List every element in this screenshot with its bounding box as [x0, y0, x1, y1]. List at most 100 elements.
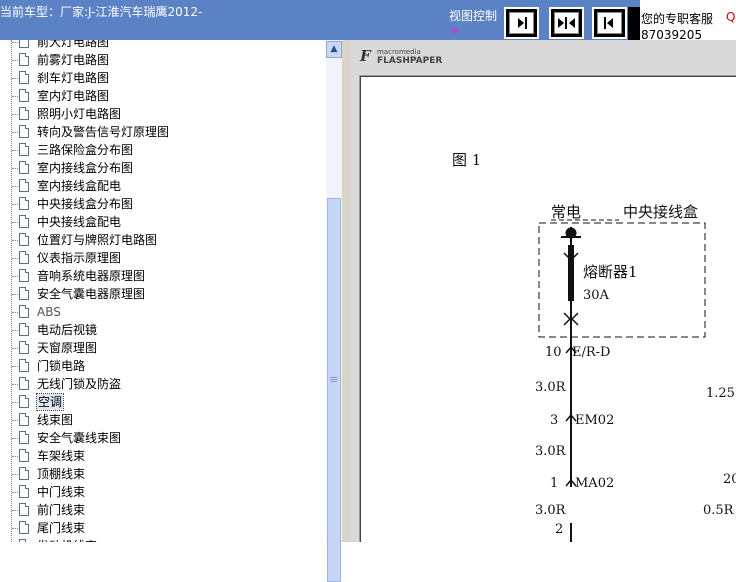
- tree-item-label[interactable]: 前雾灯电路图: [37, 52, 109, 68]
- tree-scrollbar[interactable]: ▲ ≡: [326, 40, 342, 582]
- tree-item[interactable]: 三路保险盒分布图: [0, 141, 326, 159]
- tree-item[interactable]: 天窗原理图: [0, 339, 326, 357]
- toolbar-divider: [628, 7, 640, 40]
- gauge-right-3-label: 0.5R: [703, 503, 735, 518]
- tree-item-label[interactable]: 中门线束: [37, 484, 85, 500]
- document-icon: [19, 449, 29, 462]
- tree-item-label[interactable]: 室内接线盒配电: [37, 178, 121, 194]
- arrow-left-to-bar-icon: [518, 17, 527, 29]
- document-icon: [19, 503, 29, 516]
- tree-item-label[interactable]: 转向及警告信号灯原理图: [37, 124, 169, 140]
- tree-item[interactable]: 转向及警告信号灯原理图: [0, 123, 326, 141]
- document-icon: [19, 521, 29, 534]
- tree-item[interactable]: 位置灯与牌照灯电路图: [0, 231, 326, 249]
- tree-item-label[interactable]: 线束图: [37, 412, 73, 428]
- tree-item[interactable]: 车架线束: [0, 447, 326, 465]
- tree-item-label[interactable]: 中央接线盒分布图: [37, 196, 133, 212]
- tree-branch-line: [12, 258, 18, 259]
- tree-item-label[interactable]: 尾门线束: [37, 520, 85, 536]
- tree-branch-line: [12, 186, 18, 187]
- tree-item[interactable]: 空调: [0, 393, 326, 411]
- tree-item[interactable]: ABS: [0, 303, 326, 321]
- tree-item-label[interactable]: 照明小灯电路图: [37, 106, 121, 122]
- panel-splitter[interactable]: [342, 40, 350, 542]
- document-icon: [19, 197, 29, 210]
- tree-item[interactable]: 前大灯电路图: [0, 40, 326, 51]
- tree-item[interactable]: 中门线束: [0, 483, 326, 501]
- current-model-title: 当前车型：厂家:J-江淮汽车瑞鹰2012-: [0, 5, 203, 19]
- tree-branch-line: [12, 294, 18, 295]
- tree-item-label[interactable]: 门锁电路: [37, 358, 85, 374]
- tree-item[interactable]: 发动机线束: [0, 537, 326, 542]
- tree-item[interactable]: 前雾灯电路图: [0, 51, 326, 69]
- tree-branch-line: [12, 132, 18, 133]
- tree-item[interactable]: 室内灯电路图: [0, 87, 326, 105]
- tree-branch-line: [12, 474, 18, 475]
- tree-item[interactable]: 刹车灯电路图: [0, 69, 326, 87]
- tree-item-label[interactable]: 前大灯电路图: [37, 40, 109, 50]
- tree-item-label[interactable]: 电动后视镜: [37, 322, 97, 338]
- tree-item-label[interactable]: 安全气囊电器原理图: [37, 286, 145, 302]
- wiring-diagram: 图 1 常电 中央接线盒 熔断器1 30A 10 E/R-D 3.0R 1.25…: [452, 151, 736, 542]
- document-icon: [19, 89, 29, 102]
- document-icon: [19, 233, 29, 246]
- tree-item[interactable]: 尾门线束: [0, 519, 326, 537]
- document-icon: [19, 179, 29, 192]
- tree-item[interactable]: 照明小灯电路图: [0, 105, 326, 123]
- tree-item[interactable]: 无线门锁及防盗: [0, 375, 326, 393]
- tree-item-label[interactable]: 前门线束: [37, 502, 85, 518]
- tree-item-label[interactable]: 音响系统电器原理图: [37, 268, 145, 284]
- document-icon: [19, 359, 29, 372]
- tree-item[interactable]: 线束图: [0, 411, 326, 429]
- tree-item[interactable]: 门锁电路: [0, 357, 326, 375]
- fit-page-button[interactable]: [549, 7, 584, 39]
- tree-item[interactable]: 顶棚线束: [0, 465, 326, 483]
- tree-item-label[interactable]: 顶棚线束: [37, 466, 85, 482]
- tree-item-label[interactable]: 位置灯与牌照灯电路图: [37, 232, 157, 248]
- tree-item-label[interactable]: 天窗原理图: [37, 340, 97, 356]
- constant-power-label: 常电: [551, 203, 581, 221]
- tree-item-label[interactable]: 刹车灯电路图: [37, 70, 109, 86]
- tree-item-label[interactable]: 室内灯电路图: [37, 88, 109, 104]
- tree-item[interactable]: 中央接线盒分布图: [0, 195, 326, 213]
- tree-branch-line: [12, 510, 18, 511]
- right-3-label: 20: [723, 472, 736, 487]
- scroll-thumb[interactable]: [327, 198, 341, 582]
- document-icon: [19, 485, 29, 498]
- tree-item-label[interactable]: 车架线束: [37, 448, 85, 464]
- tree-item[interactable]: 电动后视镜: [0, 321, 326, 339]
- tree-item[interactable]: 室内接线盒分布图: [0, 159, 326, 177]
- next-page-button[interactable]: [592, 7, 627, 39]
- service-qq-link[interactable]: Q: [726, 10, 735, 24]
- document-icon: [19, 467, 29, 480]
- document-icon: [19, 395, 29, 408]
- tree-item[interactable]: 室内接线盒配电: [0, 177, 326, 195]
- tree-item-label[interactable]: 中央接线盒配电: [37, 214, 121, 230]
- tree-branch-line: [12, 312, 18, 313]
- document-icon: [19, 251, 29, 264]
- box-label: 中央接线盒: [623, 203, 698, 221]
- tree-item[interactable]: 仪表指示原理图: [0, 249, 326, 267]
- tree-item[interactable]: 中央接线盒配电: [0, 213, 326, 231]
- prev-page-button[interactable]: [504, 7, 539, 39]
- tree-item-label[interactable]: 无线门锁及防盗: [37, 376, 121, 392]
- tree-item-label[interactable]: 空调: [35, 393, 65, 411]
- tree-item[interactable]: 前门线束: [0, 501, 326, 519]
- tree-item-label[interactable]: ABS: [37, 304, 61, 320]
- tree-item[interactable]: 安全气囊线束图: [0, 429, 326, 447]
- scroll-up-button[interactable]: ▲: [326, 41, 342, 58]
- service-label: 您的专职客服: [641, 12, 714, 26]
- tree-item-label[interactable]: 室内接线盒分布图: [37, 160, 133, 176]
- logo-main-text: FLASHPAPER: [377, 56, 443, 66]
- document-icon: [19, 287, 29, 300]
- arrows-inward-icon: [558, 17, 575, 29]
- tree-item[interactable]: 音响系统电器原理图: [0, 267, 326, 285]
- figure-label: 图 1: [452, 151, 481, 169]
- tree-item-label[interactable]: 三路保险盒分布图: [37, 142, 133, 158]
- tree-item-label[interactable]: 安全气囊线束图: [37, 430, 121, 446]
- tree-item-label[interactable]: 仪表指示原理图: [37, 250, 121, 266]
- tree-branch-line: [12, 438, 18, 439]
- tree-item-label[interactable]: 发动机线束: [37, 538, 97, 542]
- tree-item[interactable]: 安全气囊电器原理图: [0, 285, 326, 303]
- document-icon: [19, 323, 29, 336]
